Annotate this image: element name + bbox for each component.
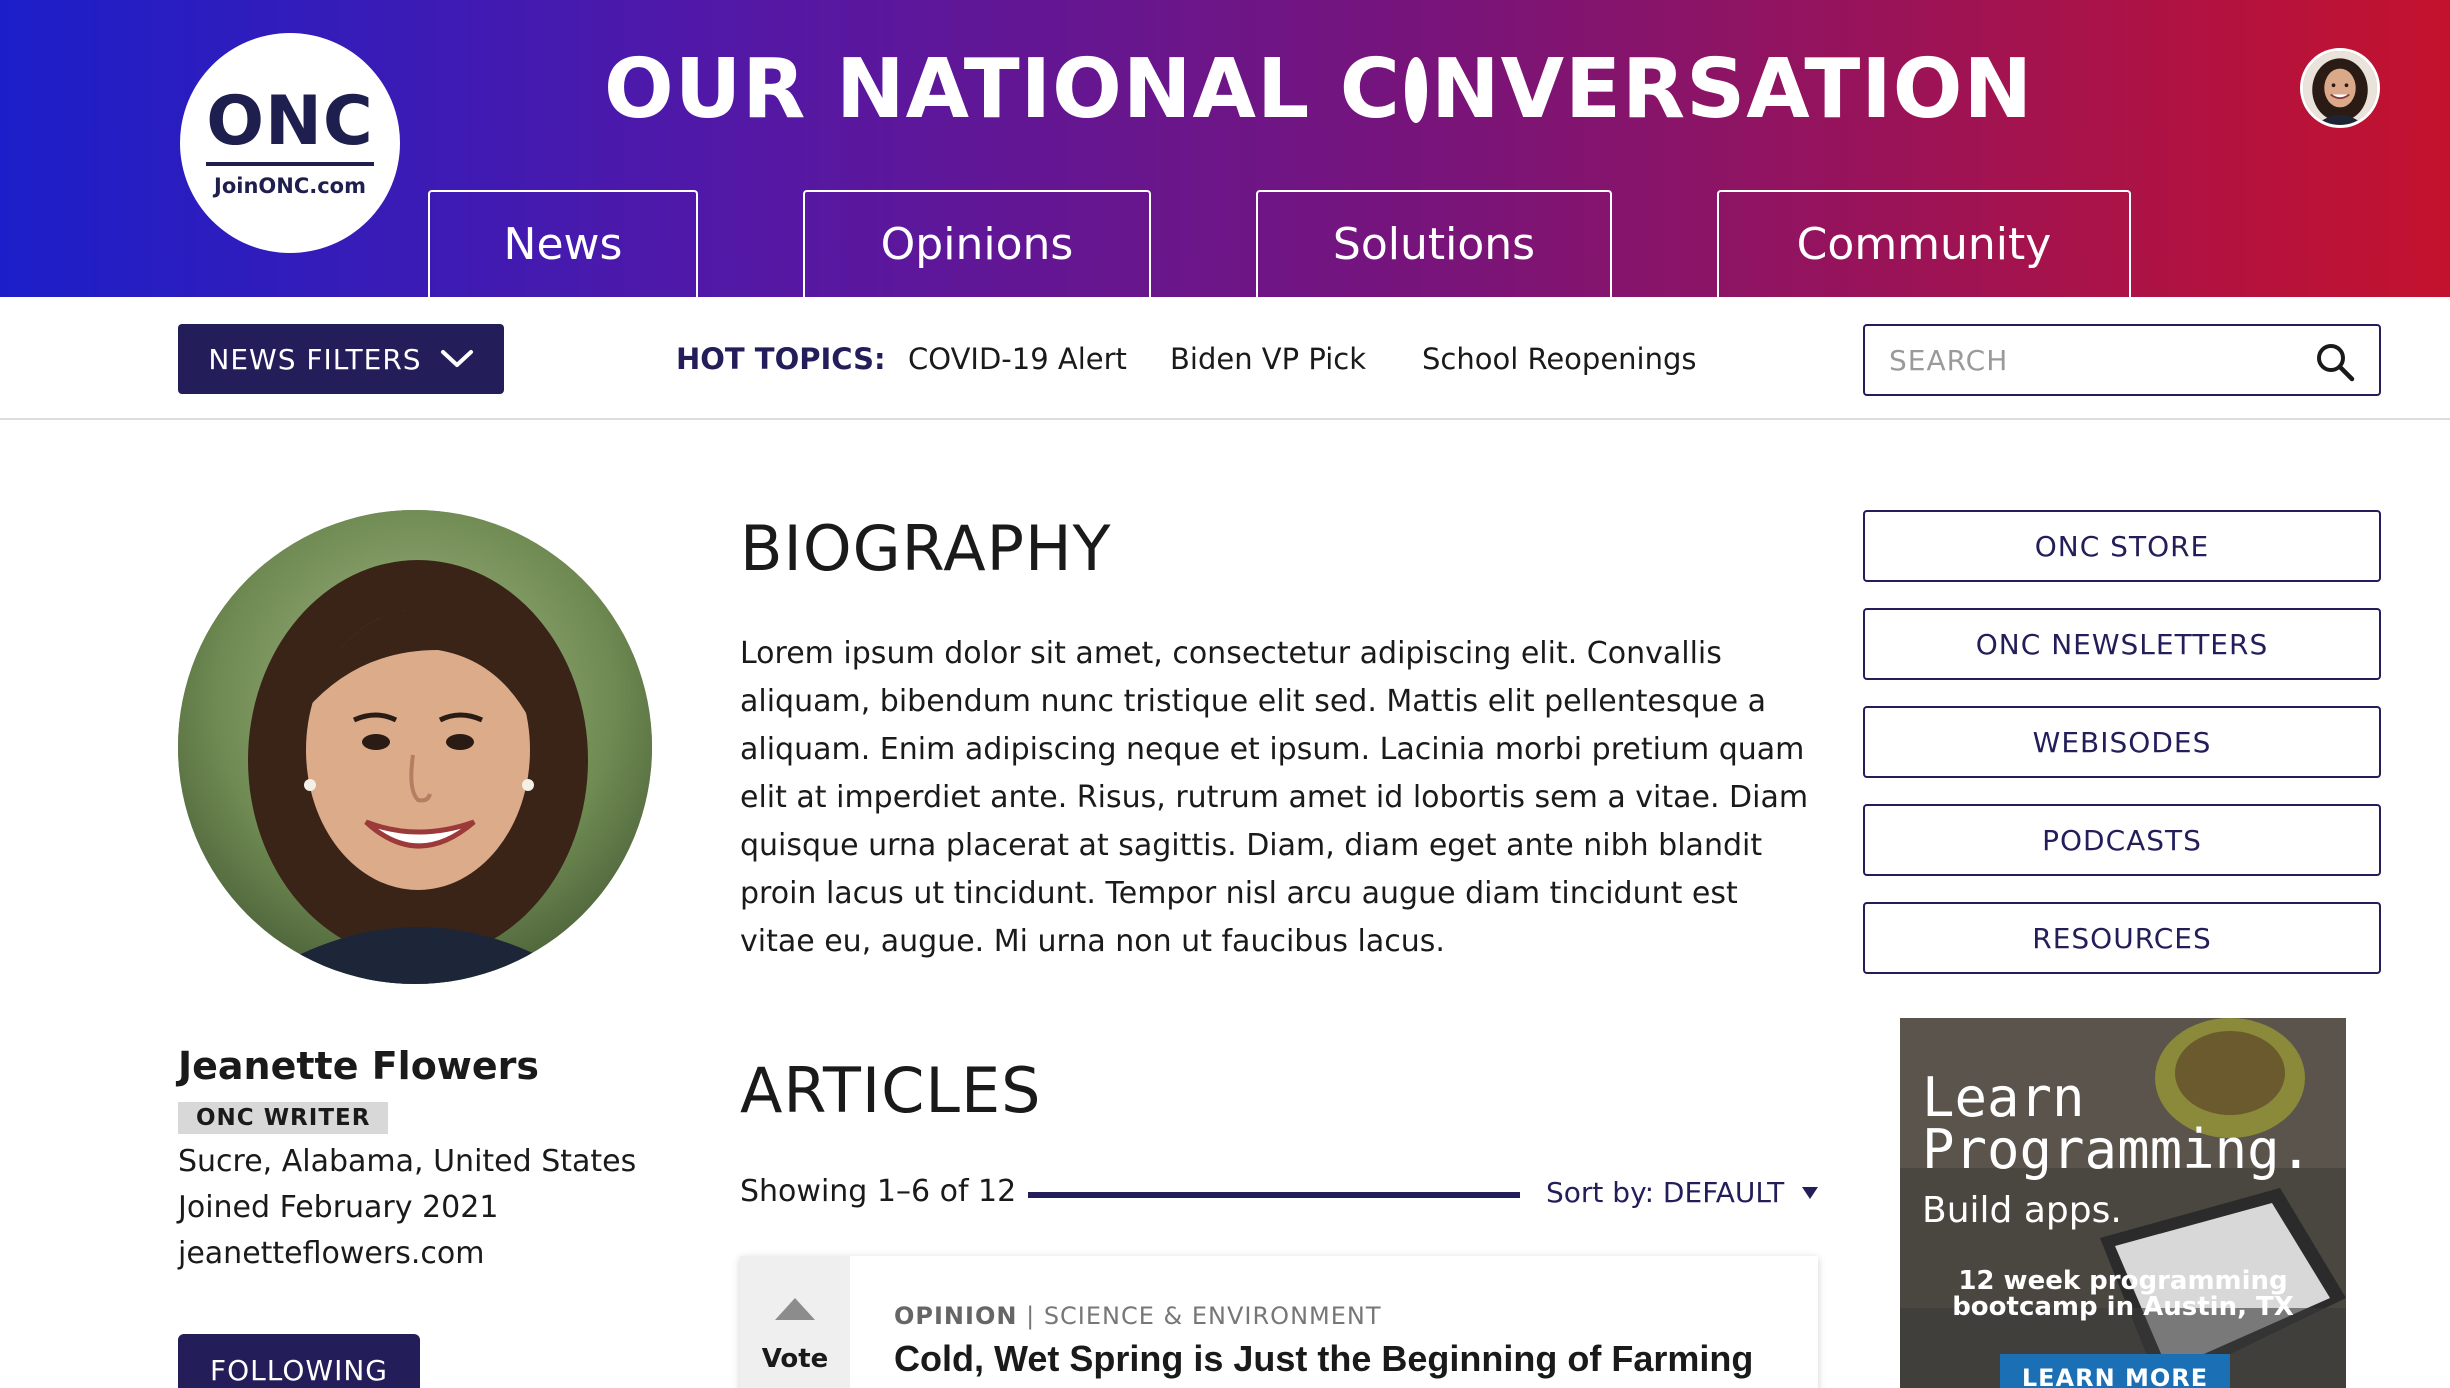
upvote-arrow-icon[interactable] bbox=[775, 1298, 815, 1320]
resources-link[interactable]: RESOURCES bbox=[1863, 902, 2381, 974]
filter-bar: NEWS FILTERS HOT TOPICS: COVID-19 Alert … bbox=[0, 297, 2450, 420]
learn-more-button[interactable]: LEARN MORE bbox=[2000, 1354, 2230, 1388]
programming-ad[interactable]: Learn Programming. Build apps. 12 week p… bbox=[1900, 1018, 2346, 1388]
articles-heading: ARTICLES bbox=[740, 1054, 1042, 1127]
site-title: OUR NATIONAL C NVERSATION bbox=[604, 40, 2032, 140]
site-title-part1: OUR NATIONAL C bbox=[604, 42, 1401, 137]
divider-line bbox=[1028, 1192, 1520, 1198]
profile-name: Jeanette Flowers bbox=[178, 1044, 540, 1088]
meta-separator: | bbox=[1026, 1302, 1036, 1330]
ad-description-line: 12 week programming bbox=[1958, 1266, 2288, 1296]
search-input[interactable] bbox=[1865, 326, 2305, 394]
us-flag-icon bbox=[1404, 57, 1427, 123]
biography-heading: BIOGRAPHY bbox=[740, 512, 1112, 585]
biography-text: Lorem ipsum dolor sit amet, consectetur … bbox=[740, 636, 1809, 959]
podcasts-link[interactable]: PODCASTS bbox=[1863, 804, 2381, 876]
search-box bbox=[1863, 324, 2381, 396]
role-badge: ONC WRITER bbox=[178, 1102, 389, 1134]
nav-tab-community[interactable]: Community bbox=[1717, 190, 2131, 297]
webisodes-link[interactable]: WEBISODES bbox=[1863, 706, 2381, 778]
hot-topic-link[interactable]: Biden VP Pick bbox=[1170, 337, 1366, 381]
article-title[interactable]: Cold, Wet Spring is Just the Beginning o… bbox=[894, 1338, 1753, 1380]
vote-box[interactable]: Vote bbox=[740, 1256, 850, 1388]
article-meta: OPINION | SCIENCE & ENVIRONMENT bbox=[894, 1302, 1382, 1330]
ad-title-line: Learn bbox=[1922, 1066, 2085, 1129]
news-filters-label: NEWS FILTERS bbox=[208, 342, 422, 376]
hot-topics-label: HOT TOPICS: bbox=[676, 342, 886, 376]
profile-joined: Joined February 2021 bbox=[178, 1190, 499, 1225]
nav-tab-news[interactable]: News bbox=[428, 190, 698, 297]
caret-down-icon bbox=[1802, 1186, 1819, 1199]
ad-title-line: Programming. bbox=[1922, 1118, 2313, 1181]
hot-topic-link[interactable]: COVID-19 Alert bbox=[908, 337, 1127, 381]
onc-newsletters-link[interactable]: ONC NEWSLETTERS bbox=[1863, 608, 2381, 680]
ad-description: 12 week programming bootcamp in Austin, … bbox=[1900, 1268, 2346, 1320]
following-button[interactable]: FOLLOWING bbox=[178, 1334, 420, 1388]
profile-website-link[interactable]: jeanetteflowers.com bbox=[178, 1236, 484, 1271]
logo-text: ONC bbox=[206, 88, 374, 166]
article-category[interactable]: SCIENCE & ENVIRONMENT bbox=[1044, 1302, 1382, 1330]
vote-label: Vote bbox=[761, 1344, 829, 1374]
site-title-part2: NVERSATION bbox=[1430, 42, 2034, 137]
profile-photo bbox=[178, 510, 652, 984]
search-icon[interactable] bbox=[2315, 342, 2355, 382]
user-avatar[interactable] bbox=[2300, 48, 2380, 128]
news-filters-button[interactable]: NEWS FILTERS bbox=[178, 324, 504, 394]
ad-subtitle: Build apps. bbox=[1922, 1190, 2122, 1231]
profile-location: Sucre, Alabama, United States bbox=[178, 1144, 637, 1179]
results-count: Showing 1–6 of 12 bbox=[740, 1174, 1017, 1209]
ad-description-line: bootcamp in Austin, TX bbox=[1952, 1292, 2294, 1322]
logo-url: JoinONC.com bbox=[214, 174, 366, 198]
onc-logo[interactable]: ONC JoinONC.com bbox=[180, 33, 400, 253]
chevron-down-icon bbox=[440, 350, 473, 367]
article-card[interactable]: Vote OPINION | SCIENCE & ENVIRONMENT Col… bbox=[740, 1256, 1818, 1388]
hot-topic-link[interactable]: School Reopenings bbox=[1422, 337, 1697, 381]
sort-dropdown[interactable]: Sort by: DEFAULT bbox=[1546, 1176, 1819, 1209]
article-type[interactable]: OPINION bbox=[894, 1302, 1017, 1330]
sort-label: Sort by: DEFAULT bbox=[1546, 1176, 1785, 1209]
ad-title: Learn Programming. bbox=[1922, 1066, 2313, 1181]
nav-tab-opinions[interactable]: Opinions bbox=[803, 190, 1151, 297]
site-header: ONC JoinONC.com OUR NATIONAL C NVERSATIO… bbox=[0, 0, 2450, 297]
nav-tab-solutions[interactable]: Solutions bbox=[1256, 190, 1612, 297]
onc-store-link[interactable]: ONC STORE bbox=[1863, 510, 2381, 582]
